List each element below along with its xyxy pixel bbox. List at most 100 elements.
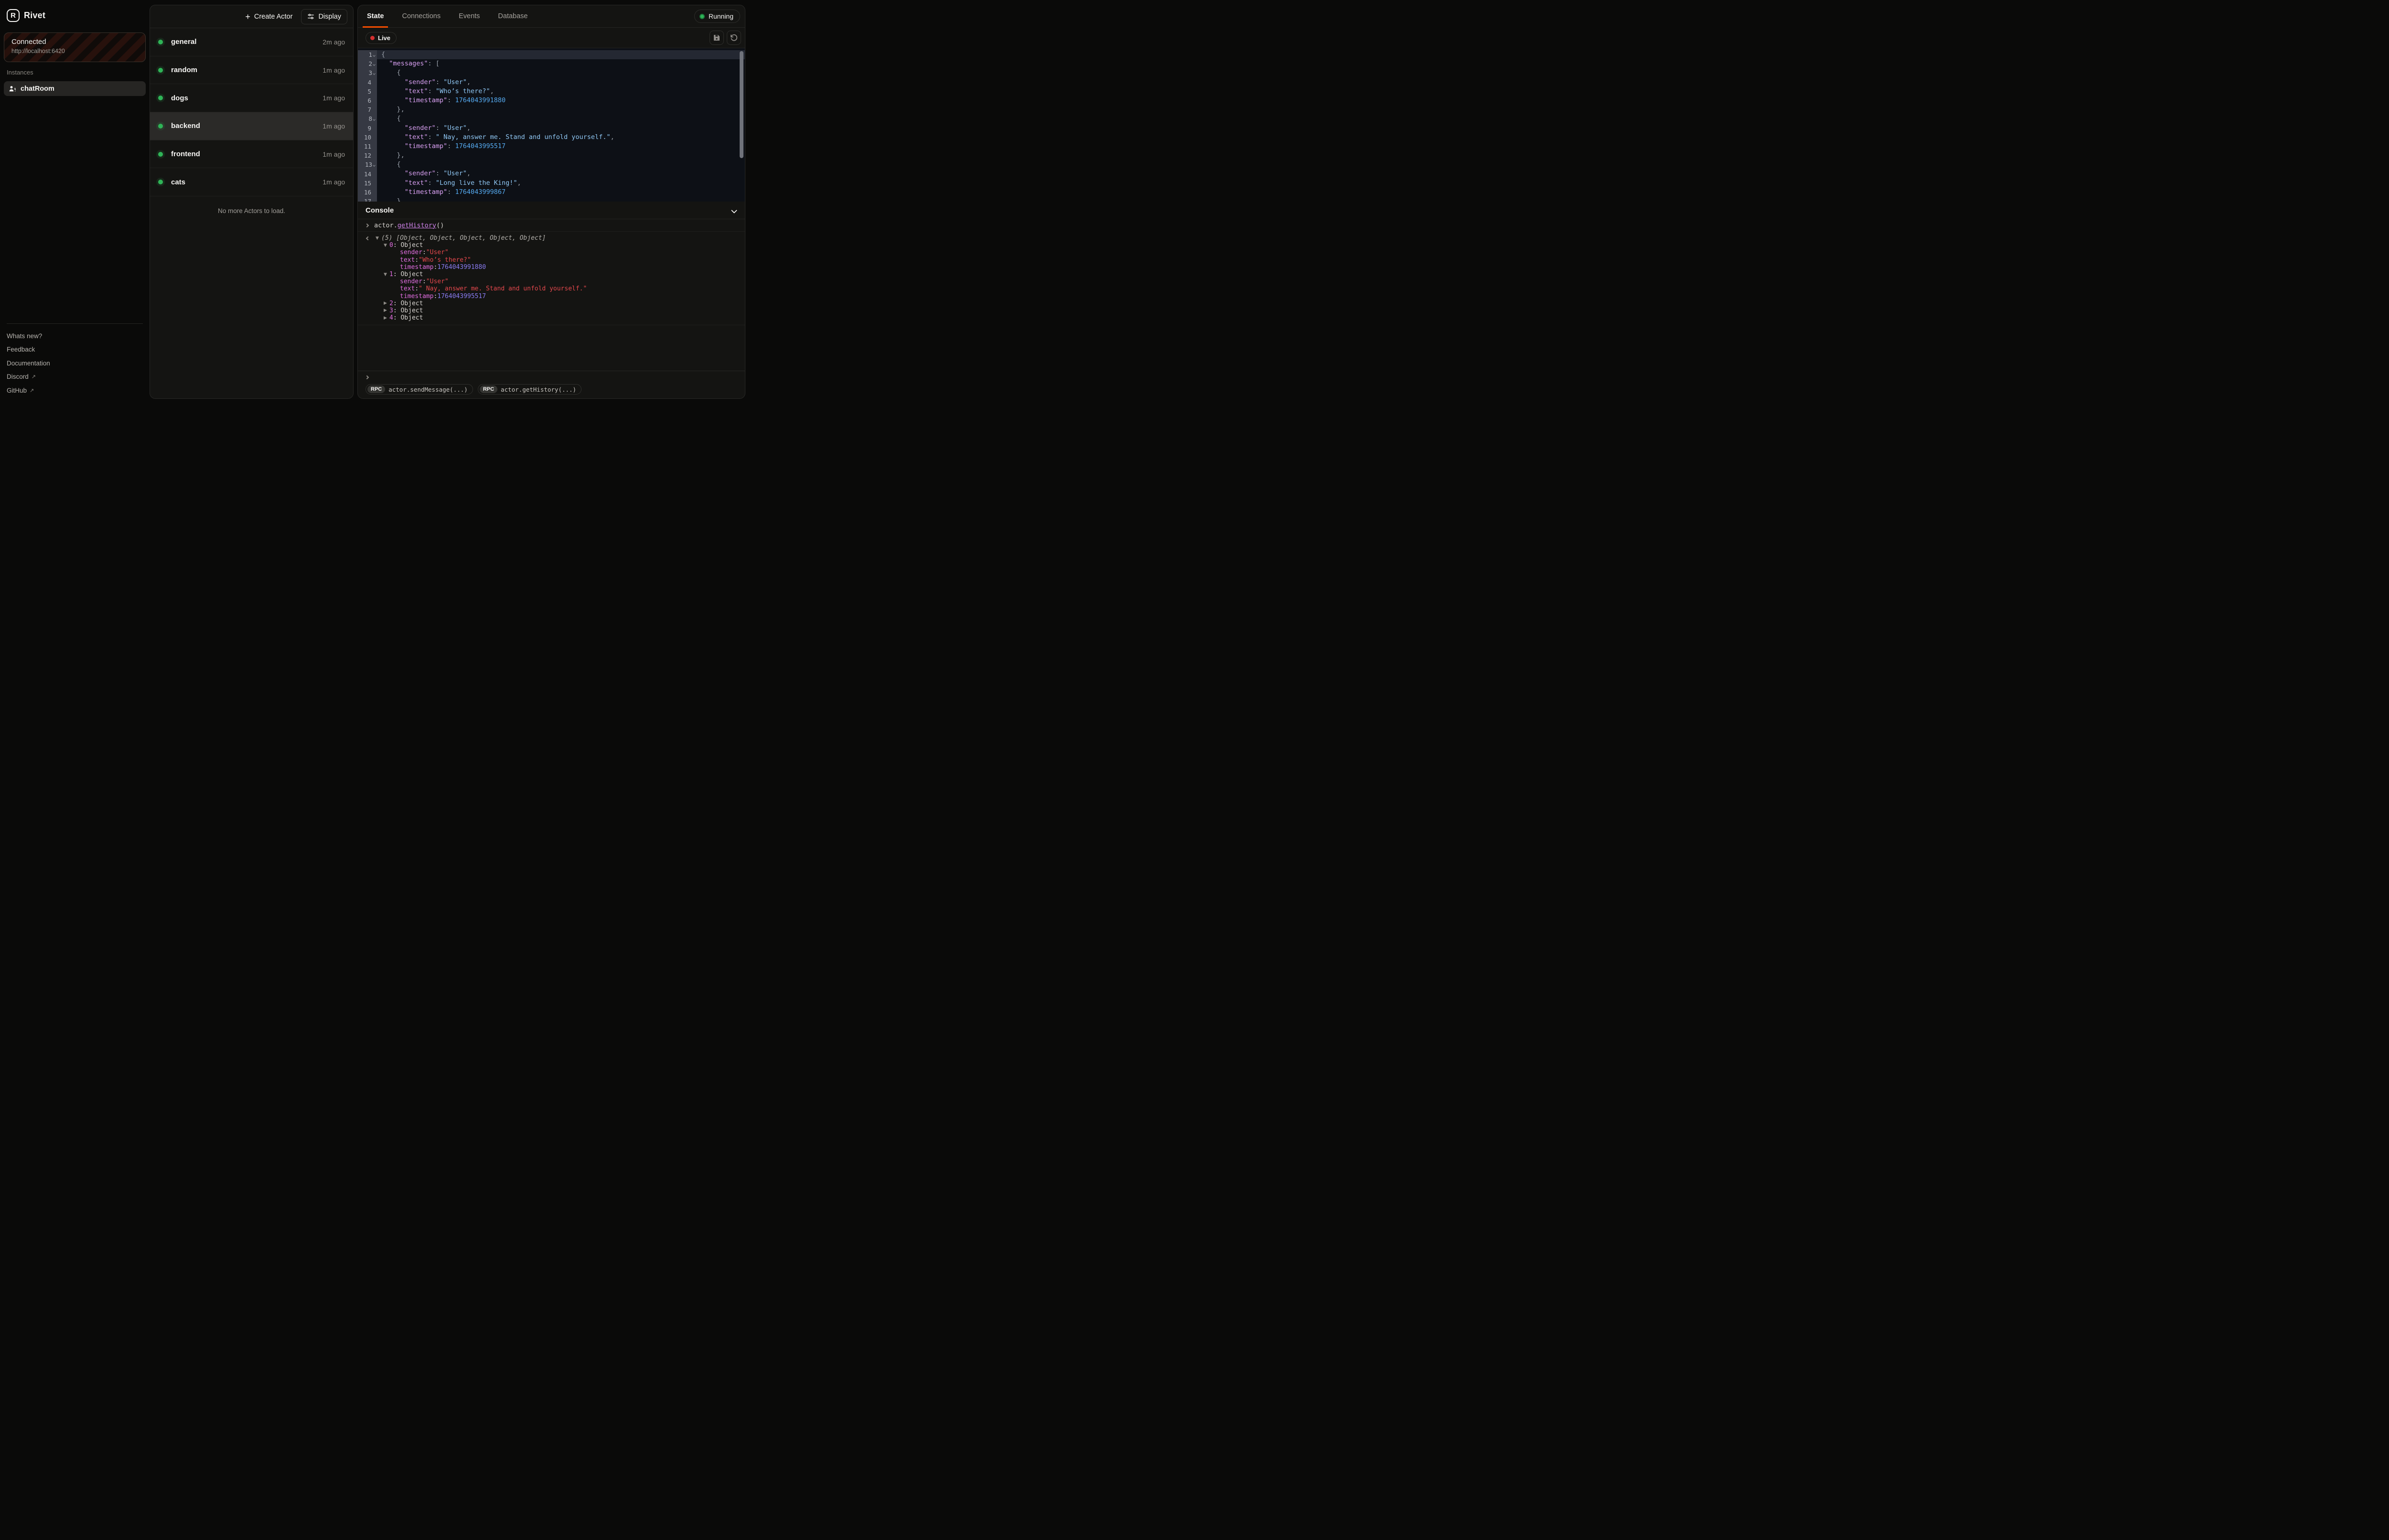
editor-gutter-cell[interactable]: 7 — [358, 105, 377, 114]
console-input[interactable] — [358, 371, 745, 383]
actor-row-frontend[interactable]: frontend1m ago — [150, 140, 353, 169]
editor-gutter-cell[interactable]: 15 — [358, 179, 377, 188]
triangle-closed-icon[interactable]: ▶ — [384, 316, 389, 321]
sidebar-link-label: Discord — [7, 373, 29, 380]
save-state-button[interactable] — [710, 31, 724, 45]
sidebar-link-github[interactable]: GitHub↗ — [7, 384, 143, 397]
actor-row-cats[interactable]: cats1m ago — [150, 168, 353, 196]
reset-state-button[interactable] — [727, 31, 741, 45]
editor-gutter-cell[interactable]: 9 — [358, 124, 377, 133]
live-badge[interactable]: Live — [366, 32, 397, 44]
actor-updated-time: 1m ago — [323, 122, 345, 130]
code-line: "text": "Who’s there?", — [377, 87, 745, 96]
fold-chevron-icon[interactable] — [373, 73, 376, 75]
users-icon — [9, 85, 16, 93]
editor-line: 2 "messages": [ — [358, 59, 745, 68]
create-actor-button[interactable]: + Create Actor — [239, 10, 298, 24]
console-tree-row: text: " Nay, answer me. Stand and unfold… — [358, 285, 745, 292]
console-tree-row: sender: "User" — [358, 278, 745, 285]
line-number: 14 — [364, 171, 371, 178]
rpc-badge: RPC — [367, 385, 385, 393]
sidebar-link-discord[interactable]: Discord↗ — [7, 370, 143, 384]
actors-empty-text: No more Actors to load. — [150, 196, 353, 225]
triangle-open-icon[interactable]: ▼ — [384, 243, 389, 248]
actor-updated-time: 1m ago — [323, 150, 345, 158]
display-button[interactable]: Display — [301, 9, 347, 24]
actor-row-dogs[interactable]: dogs1m ago — [150, 84, 353, 112]
line-number: 2 — [365, 60, 372, 67]
fold-chevron-icon[interactable] — [373, 164, 376, 167]
console-result-summary[interactable]: ▼ (5) [Object, Object, Object, Object, O… — [358, 235, 745, 242]
sidebar-link-label: Feedback — [7, 346, 35, 353]
editor-gutter-cell[interactable]: 12 — [358, 151, 377, 160]
fold-chevron-icon[interactable] — [373, 54, 376, 57]
editor-scrollbar[interactable] — [740, 51, 743, 158]
fold-chevron-icon[interactable] — [373, 118, 376, 121]
editor-gutter-cell[interactable]: 17 — [358, 197, 377, 202]
sidebar-link-documentation[interactable]: Documentation — [7, 356, 143, 370]
console-tree-row[interactable]: ▼1: Object — [358, 271, 745, 278]
editor-line: 10 "text": " Nay, answer me. Stand and u… — [358, 133, 745, 142]
sidebar-item-chatroom[interactable]: chatRoom — [4, 81, 146, 96]
rpc-shortcut-actor-sendMessage-[interactable]: RPCactor.sendMessage(...) — [366, 384, 473, 395]
editor-gutter-cell[interactable]: 1 — [358, 50, 377, 59]
external-link-icon: ↗ — [30, 387, 34, 394]
triangle-closed-icon[interactable]: ▶ — [384, 308, 389, 313]
sidebar-link-label: Whats new? — [7, 332, 42, 340]
rpc-shortcut-actor-getHistory-[interactable]: RPCactor.getHistory(...) — [478, 384, 581, 395]
tab-events[interactable]: Events — [454, 5, 484, 27]
status-badge: Running — [694, 10, 740, 23]
line-number: 16 — [364, 189, 371, 196]
editor-gutter-cell[interactable]: 11 — [358, 142, 377, 151]
editor-gutter-cell[interactable]: 10 — [358, 133, 377, 142]
actor-updated-time: 1m ago — [323, 94, 345, 102]
code-line: { — [377, 68, 745, 77]
code-line: "timestamp": 1764043991880 — [377, 96, 745, 105]
instances-label: Instances — [7, 69, 33, 76]
editor-gutter-cell[interactable]: 6 — [358, 96, 377, 105]
actor-updated-time: 2m ago — [323, 38, 345, 46]
actor-row-general[interactable]: general2m ago — [150, 28, 353, 56]
console-tree-row[interactable]: ▼0: Object — [358, 242, 745, 249]
editor-line: 4 "sender": "User", — [358, 78, 745, 87]
editor-gutter-cell[interactable]: 8 — [358, 114, 377, 123]
actor-row-random[interactable]: random1m ago — [150, 56, 353, 85]
console-tree-row[interactable]: ▶3: Object — [358, 307, 745, 314]
editor-gutter-cell[interactable]: 13 — [358, 160, 377, 169]
sidebar: R Rivet Connected http://localhost:6420 … — [0, 0, 150, 404]
editor-gutter-cell[interactable]: 4 — [358, 78, 377, 87]
triangle-open-icon[interactable]: ▼ — [384, 272, 389, 277]
editor-gutter-cell[interactable]: 3 — [358, 68, 377, 77]
console-tree-row: timestamp: 1764043995517 — [358, 293, 745, 300]
tab-state[interactable]: State — [363, 5, 388, 27]
state-json-editor[interactable]: 1{2 "messages": [3 {4 "sender": "User",5… — [358, 48, 745, 202]
sidebar-link-feedback[interactable]: Feedback — [7, 343, 143, 357]
line-number: 9 — [364, 125, 371, 132]
editor-line: 12 }, — [358, 151, 745, 160]
console-tree-row: text: "Who’s there?" — [358, 257, 745, 264]
editor-gutter-cell[interactable]: 16 — [358, 188, 377, 197]
triangle-open-icon[interactable]: ▼ — [376, 236, 381, 241]
code-line: "sender": "User", — [377, 78, 745, 87]
tab-connections[interactable]: Connections — [398, 5, 445, 27]
connection-url: http://localhost:6420 — [11, 48, 138, 54]
connection-status: Connected — [11, 38, 138, 46]
console-tree-row[interactable]: ▶2: Object — [358, 300, 745, 307]
brand: R Rivet — [7, 9, 45, 22]
actor-row-backend[interactable]: backend1m ago — [150, 112, 353, 140]
rpc-signature: actor.sendMessage(...) — [388, 386, 468, 393]
editor-line: 11 "timestamp": 1764043995517 — [358, 142, 745, 151]
editor-gutter-cell[interactable]: 2 — [358, 59, 377, 68]
editor-line: 6 "timestamp": 1764043991880 — [358, 96, 745, 105]
fold-chevron-icon[interactable] — [373, 63, 376, 66]
chevron-down-icon[interactable] — [731, 207, 737, 214]
triangle-closed-icon[interactable]: ▶ — [384, 301, 389, 306]
tab-database[interactable]: Database — [494, 5, 532, 27]
console-tree-row[interactable]: ▶4: Object — [358, 314, 745, 321]
actor-name: general — [171, 38, 323, 46]
undo-rotate-ccw-icon — [730, 34, 738, 42]
editor-gutter-cell[interactable]: 14 — [358, 169, 377, 178]
editor-gutter-cell[interactable]: 5 — [358, 87, 377, 96]
sidebar-link-whatsnew[interactable]: Whats new? — [7, 329, 143, 343]
console-header[interactable]: Console — [358, 202, 745, 219]
